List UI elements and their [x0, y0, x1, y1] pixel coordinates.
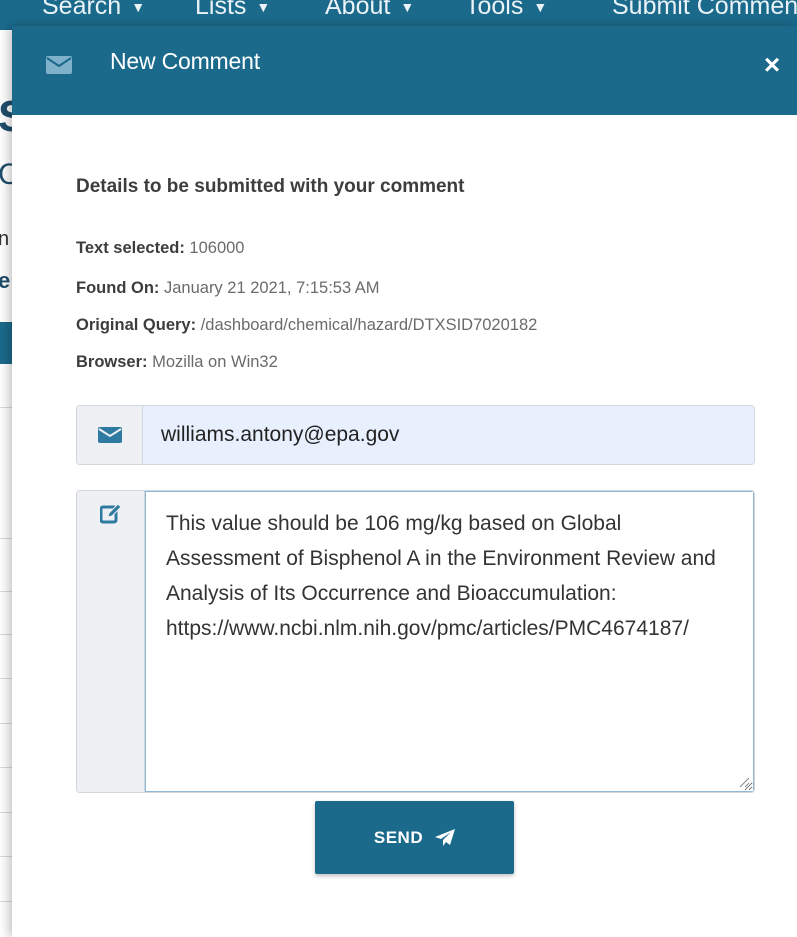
envelope-icon: [97, 427, 122, 443]
email-addon: [77, 406, 143, 464]
send-button[interactable]: SEND: [315, 801, 514, 874]
email-field[interactable]: [143, 406, 754, 464]
modal-header: New Comment ×: [12, 26, 797, 115]
paper-plane-icon: [435, 828, 456, 846]
modal-title: New Comment: [110, 48, 260, 74]
nav-search[interactable]: Search ▼: [42, 0, 145, 21]
detail-text-selected: Text selected: 106000: [76, 239, 245, 257]
new-comment-modal: New Comment × Details to be submitted wi…: [12, 26, 797, 937]
comment-textarea[interactable]: This value should be 106 mg/kg based on …: [145, 491, 754, 792]
details-heading: Details to be submitted with your commen…: [76, 176, 465, 197]
nav-tools[interactable]: Tools ▼: [465, 0, 547, 21]
email-input-group: [76, 405, 755, 465]
detail-browser: Browser: Mozilla on Win32: [76, 353, 278, 371]
envelope-icon: [46, 56, 72, 74]
nav-about[interactable]: About ▼: [325, 0, 414, 21]
comment-input-group: This value should be 106 mg/kg based on …: [76, 490, 755, 793]
detail-found-on: Found On: January 21 2021, 7:15:53 AM: [76, 279, 380, 297]
close-button[interactable]: ×: [759, 49, 785, 80]
nav-submit-comments[interactable]: Submit Comments: [612, 0, 797, 21]
edit-icon: [99, 503, 122, 524]
detail-original-query: Original Query: /dashboard/chemical/haza…: [76, 316, 538, 334]
resize-handle-icon[interactable]: [738, 776, 750, 788]
comment-addon: [77, 491, 145, 792]
nav-lists[interactable]: Lists ▼: [195, 0, 270, 21]
